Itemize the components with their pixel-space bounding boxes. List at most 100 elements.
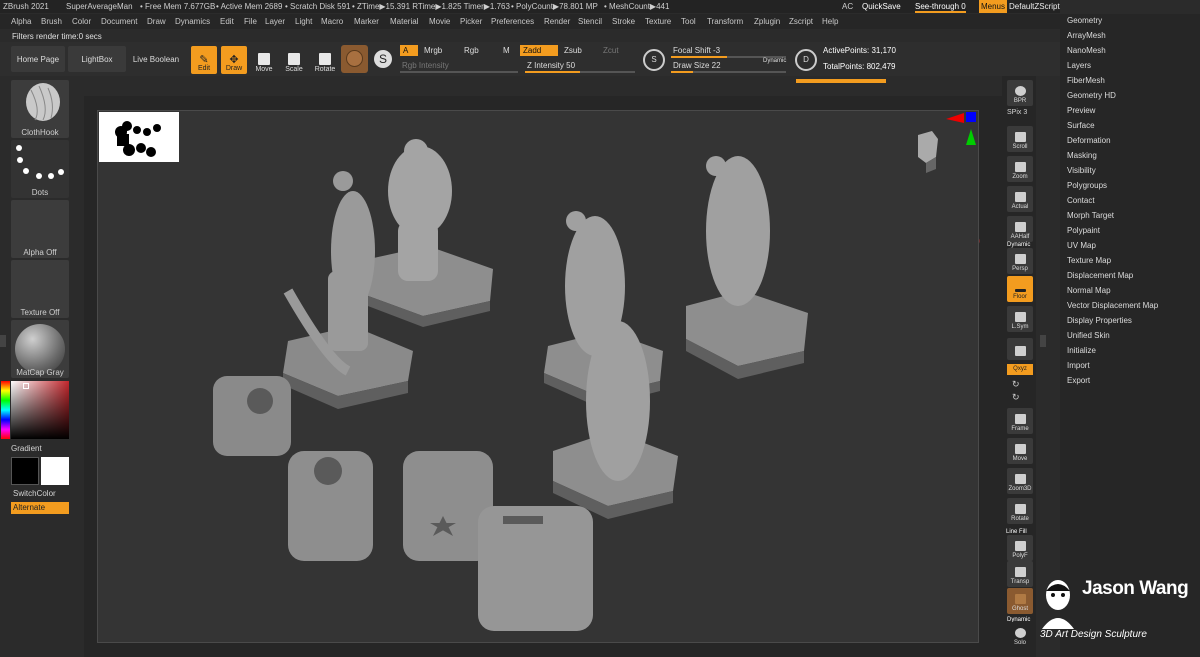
axis-gizmo-icon[interactable]: [946, 111, 978, 149]
menu-color[interactable]: Color: [72, 17, 91, 26]
right-tray-handle[interactable]: [1040, 335, 1046, 347]
hue-strip[interactable]: [1, 381, 10, 439]
palette-item-normal-map[interactable]: Normal Map: [1067, 286, 1111, 295]
palette-item-arraymesh[interactable]: ArrayMesh: [1067, 31, 1106, 40]
edit-button[interactable]: ✎ Edit: [191, 46, 217, 74]
menu-light[interactable]: Light: [295, 17, 312, 26]
menu-picker[interactable]: Picker: [460, 17, 482, 26]
frame-button[interactable]: Frame: [1007, 408, 1033, 434]
menu-document[interactable]: Document: [101, 17, 137, 26]
menu-tool[interactable]: Tool: [681, 17, 696, 26]
palette-item-nanomesh[interactable]: NanoMesh: [1067, 46, 1106, 55]
menu-file[interactable]: File: [244, 17, 257, 26]
menu-preferences[interactable]: Preferences: [491, 17, 534, 26]
actual-button[interactable]: Actual: [1007, 186, 1033, 212]
persp-button[interactable]: Persp: [1007, 248, 1033, 274]
menu-stroke[interactable]: Stroke: [612, 17, 635, 26]
menu-zscript[interactable]: Zscript: [789, 17, 813, 26]
rotate-button[interactable]: Rotate: [315, 47, 335, 73]
zcut-toggle[interactable]: Zcut: [600, 45, 626, 56]
dynamic-toggle[interactable]: Dynamic: [763, 58, 786, 64]
menu-alpha[interactable]: Alpha: [11, 17, 31, 26]
view-cube-icon[interactable]: [914, 129, 940, 173]
home-page-button[interactable]: Home Page: [11, 46, 65, 72]
polyf-button[interactable]: PolyF: [1007, 535, 1033, 561]
palette-item-polygroups[interactable]: Polygroups: [1067, 181, 1107, 190]
menu-brush[interactable]: Brush: [41, 17, 62, 26]
spix-slider[interactable]: SPix 3: [1007, 109, 1033, 117]
menu-transform[interactable]: Transform: [707, 17, 743, 26]
menus-toggle[interactable]: Menus: [979, 0, 1007, 13]
palette-item-layers[interactable]: Layers: [1067, 61, 1091, 70]
move-view-button[interactable]: Move: [1007, 438, 1033, 464]
palette-item-display-properties[interactable]: Display Properties: [1067, 316, 1132, 325]
rotate-z-icon[interactable]: ↻: [1012, 392, 1020, 403]
spotlight-icon[interactable]: S: [374, 50, 392, 68]
zadd-toggle[interactable]: Zadd: [520, 45, 558, 56]
solo-button[interactable]: Solo: [1007, 622, 1033, 648]
menu-movie[interactable]: Movie: [429, 17, 450, 26]
menu-edit[interactable]: Edit: [220, 17, 234, 26]
rgb-intensity-slider[interactable]: Rgb Intensity: [400, 60, 518, 73]
m-toggle[interactable]: M: [500, 45, 514, 56]
lightbox-button[interactable]: LightBox: [68, 46, 126, 72]
xyz-button[interactable]: Qxyz: [1007, 364, 1033, 375]
menu-material[interactable]: Material: [390, 17, 418, 26]
floor-button[interactable]: Floor: [1007, 276, 1033, 302]
aahalf-button[interactable]: AAHalf: [1007, 216, 1033, 242]
d-icon[interactable]: D: [795, 49, 817, 71]
palette-item-displacement-map[interactable]: Displacement Map: [1067, 271, 1133, 280]
zsub-toggle[interactable]: Zsub: [561, 45, 591, 56]
move-button[interactable]: Move: [254, 47, 274, 73]
palette-item-uv-map[interactable]: UV Map: [1067, 241, 1096, 250]
z-intensity-slider[interactable]: Z Intensity 50: [525, 60, 635, 73]
material-swatch[interactable]: [341, 45, 368, 73]
transp-button[interactable]: Transp: [1007, 561, 1033, 587]
ghost-button[interactable]: Ghost: [1007, 588, 1033, 614]
menu-draw[interactable]: Draw: [147, 17, 166, 26]
palette-item-morph-target[interactable]: Morph Target: [1067, 211, 1114, 220]
palette-item-polypaint[interactable]: Polypaint: [1067, 226, 1100, 235]
focal-shift-slider[interactable]: Focal Shift -3: [671, 45, 786, 58]
main-color-swatch[interactable]: [41, 457, 69, 485]
palette-item-vector-displacement-map[interactable]: Vector Displacement Map: [1067, 301, 1158, 310]
scroll-button[interactable]: Scroll: [1007, 126, 1033, 152]
palette-item-initialize[interactable]: Initialize: [1067, 346, 1096, 355]
palette-item-geometry[interactable]: Geometry: [1067, 16, 1102, 25]
draw-button[interactable]: ✥ Draw: [221, 46, 247, 74]
menu-macro[interactable]: Macro: [321, 17, 343, 26]
palette-item-texture-map[interactable]: Texture Map: [1067, 256, 1111, 265]
bpr-button[interactable]: BPR: [1007, 80, 1033, 106]
menu-zplugin[interactable]: Zplugin: [754, 17, 780, 26]
palette-item-preview[interactable]: Preview: [1067, 106, 1095, 115]
mrgb-toggle[interactable]: Mrgb: [421, 45, 451, 56]
palette-item-import[interactable]: Import: [1067, 361, 1090, 370]
menu-stencil[interactable]: Stencil: [578, 17, 602, 26]
switchcolor-button[interactable]: SwitchColor: [13, 489, 56, 498]
s-icon[interactable]: S: [643, 49, 665, 71]
palette-item-geometry-hd[interactable]: Geometry HD: [1067, 91, 1116, 100]
palette-item-masking[interactable]: Masking: [1067, 151, 1097, 160]
live-boolean-button[interactable]: Live Boolean: [129, 46, 183, 72]
palette-item-deformation[interactable]: Deformation: [1067, 136, 1111, 145]
lsym-button[interactable]: L.Sym: [1007, 306, 1033, 332]
zoom3d-button[interactable]: Zoom3D: [1007, 468, 1033, 494]
palette-item-visibility[interactable]: Visibility: [1067, 166, 1096, 175]
scale-button[interactable]: Scale: [284, 47, 304, 73]
quicksave-button[interactable]: QuickSave: [862, 2, 901, 11]
rotate-y-icon[interactable]: ↻: [1012, 379, 1020, 390]
menu-dynamics[interactable]: Dynamics: [175, 17, 210, 26]
secondary-color-swatch[interactable]: [11, 457, 39, 485]
palette-item-unified-skin[interactable]: Unified Skin: [1067, 331, 1110, 340]
palette-item-surface[interactable]: Surface: [1067, 121, 1095, 130]
color-picker[interactable]: [1, 381, 69, 439]
palette-item-export[interactable]: Export: [1067, 376, 1090, 385]
see-through-slider[interactable]: See-through 0: [915, 2, 966, 13]
menu-help[interactable]: Help: [822, 17, 838, 26]
palette-item-contact[interactable]: Contact: [1067, 196, 1095, 205]
left-tray-handle[interactable]: [0, 335, 6, 347]
menu-render[interactable]: Render: [544, 17, 570, 26]
rgb-toggle[interactable]: Rgb: [461, 45, 483, 56]
alternate-button[interactable]: Alternate: [11, 502, 69, 514]
menu-marker[interactable]: Marker: [354, 17, 379, 26]
